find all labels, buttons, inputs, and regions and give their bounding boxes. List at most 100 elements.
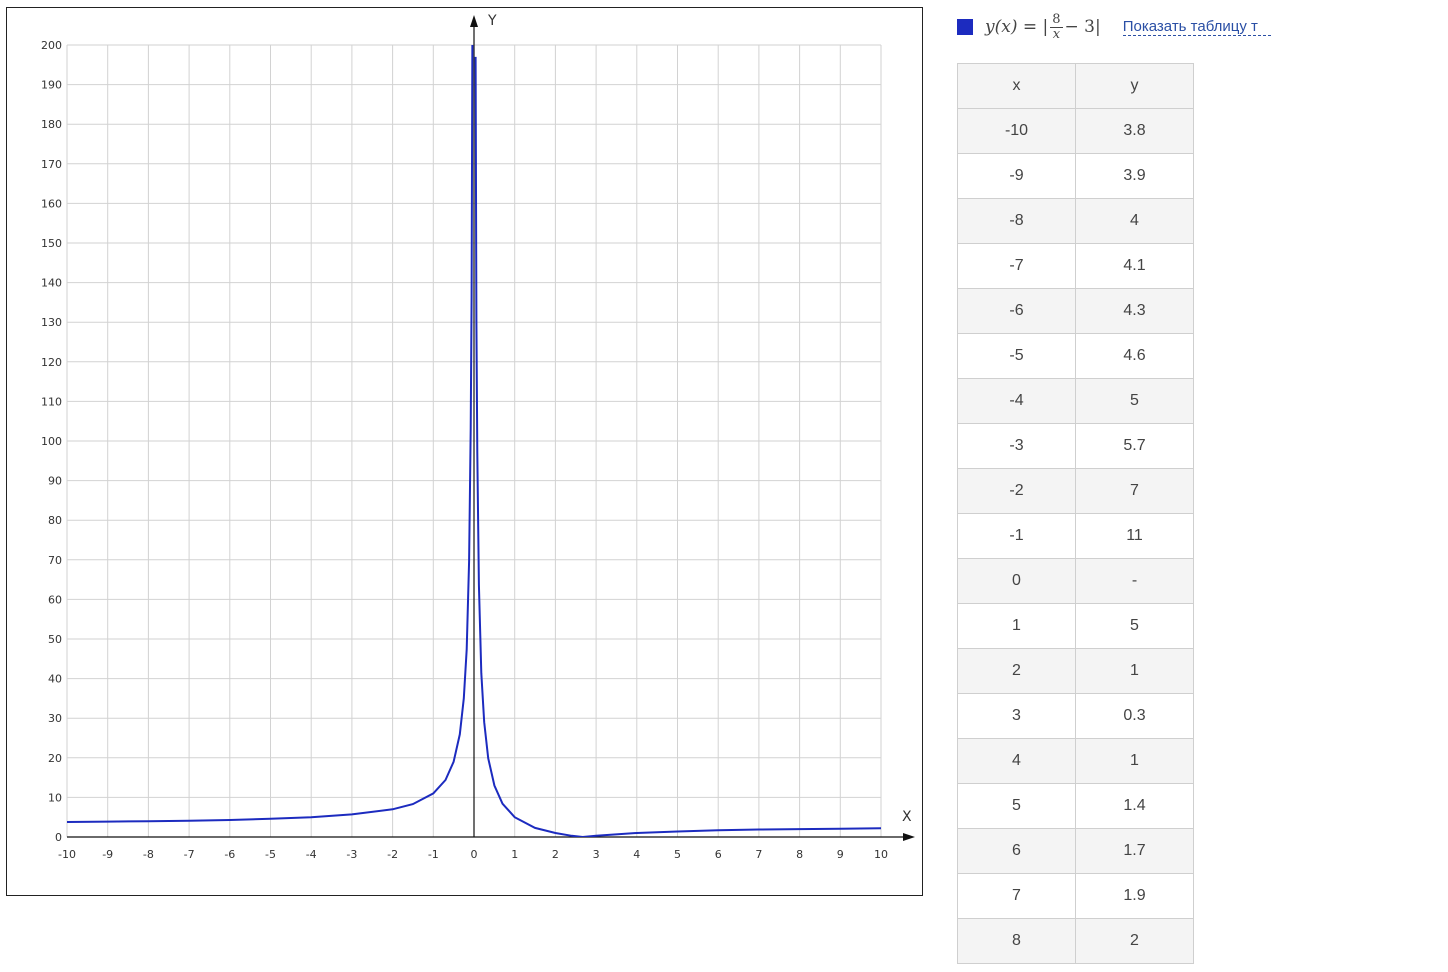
x-tick-label: -4 [306,848,317,861]
x-tick-label: -9 [102,848,113,861]
y-axis-label: Y [487,13,497,29]
table-row: -6 4.3 [957,288,1194,334]
y-tick-label: 190 [41,79,62,92]
cell-y: 5 [1075,378,1194,424]
cell-y: 4.1 [1075,243,1194,289]
cell-x: 2 [957,648,1076,694]
legend: y(x) = | 8 x − 3| Показать таблицу т [957,12,1271,42]
y-tick-label: 30 [48,712,62,725]
cell-x: -1 [957,513,1076,559]
x-tick-label: 7 [755,848,762,861]
table-row: 3 0.3 [957,693,1194,739]
table-body: -10 3.8 -9 3.9 -8 4 -7 4.1 -6 4.3 -5 4.6 -4 5 -3 5.7 -2 7… [957,108,1194,964]
cell-y: 4.3 [1075,288,1194,334]
y-tick-label: 50 [48,633,62,646]
x-tick-label: 5 [674,848,681,861]
cell-x: -9 [957,153,1076,199]
y-tick-label: 110 [41,395,62,408]
formula-prefix: y(x) = | [985,17,1049,37]
cell-y: 3.9 [1075,153,1194,199]
table-row: -7 4.1 [957,243,1194,289]
y-tick-label: 140 [41,277,62,290]
cell-y: 1 [1075,738,1194,784]
table-row: -8 4 [957,198,1194,244]
table-row: -1 11 [957,513,1194,559]
fraction-numerator: 8 [1050,11,1063,28]
cell-y: 7 [1075,468,1194,514]
function-curve [474,56,881,837]
y-tick-label: 130 [41,316,62,329]
function-graph: -10 -9 -8 -7 -6 -5 -4 -3 -2 -1 0 1 2 3 4 5 6 7 8 9 100102030… [41,13,915,861]
cell-x: 8 [957,918,1076,964]
x-tick-label: 0 [471,848,478,861]
cell-y: 0.3 [1075,693,1194,739]
cell-x: 1 [957,603,1076,649]
column-header-x: x [957,63,1076,109]
plot-area: -10 -9 -8 -7 -6 -5 -4 -3 -2 -1 0 1 2 3 4 5 6 7 8 9 10 0 10 20 30… [6,7,923,896]
cell-y: 2 [1075,918,1194,964]
x-tick-label: 1 [511,848,518,861]
legend-swatch [957,19,973,35]
cell-x: -10 [957,108,1076,154]
cell-x: -4 [957,378,1076,424]
x-tick-label: 6 [715,848,722,861]
cell-x: -7 [957,243,1076,289]
table-row: 15 [957,603,1194,649]
y-tick-label: 150 [41,237,62,250]
x-tick-label: 10 [874,848,888,861]
table-row: 7 1.9 [957,873,1194,919]
x-axis-arrow [903,833,915,841]
y-tick-label: 0 [55,831,62,844]
axes [67,15,915,841]
y-tick-label: 170 [41,158,62,171]
x-tick-label: -6 [224,848,235,861]
table-row: 82 [957,918,1194,964]
y-tick-label: 70 [48,554,62,567]
cell-x: 0 [957,558,1076,604]
cell-y: 1.9 [1075,873,1194,919]
show-table-link[interactable]: Показать таблицу т [1122,18,1271,36]
x-tick-label: 3 [593,848,600,861]
y-tick-label: 100 [41,435,62,448]
x-tick-label: -10 [58,848,76,861]
x-tick-label: 2 [552,848,559,861]
x-tick-label: 4 [633,848,640,861]
cell-y: 3.8 [1075,108,1194,154]
table-row: -4 5 [957,378,1194,424]
tick-labels: -10 -9 -8 -7 -6 -5 -4 -3 -2 -1 0 1 2 3 4 5 6 7 8 9 100102030… [41,39,888,861]
table-row: -2 7 [957,468,1194,514]
cell-y: 5.7 [1075,423,1194,469]
x-tick-label: -7 [184,848,195,861]
cell-x: 5 [957,783,1076,829]
x-axis-label: X [902,809,912,825]
y-tick-label: 20 [48,752,62,765]
table-row: -9 3.9 [957,153,1194,199]
cell-x: -5 [957,333,1076,379]
cell-y: 5 [1075,603,1194,649]
cell-y: 4.6 [1075,333,1194,379]
table-row: 21 [957,648,1194,694]
x-tick-label: -2 [387,848,398,861]
fraction-denominator: x [1052,26,1061,42]
cell-y: 1.7 [1075,828,1194,874]
formula-fraction: 8 x [1050,11,1063,42]
column-header-y: y [1075,63,1194,109]
y-tick-label: 80 [48,514,62,527]
x-tick-label: 8 [796,848,803,861]
y-tick-label: 90 [48,475,62,488]
table-row: -3 5.7 [957,423,1194,469]
x-tick-label: -5 [265,848,276,861]
table-row: -10 3.8 [957,108,1194,154]
cell-y: 4 [1075,198,1194,244]
formula-suffix: − 3| [1064,17,1101,37]
table-row: 6 1.7 [957,828,1194,874]
x-tick-label: -8 [143,848,154,861]
cell-x: 6 [957,828,1076,874]
cell-x: 4 [957,738,1076,784]
function-curve [67,45,474,823]
cell-y: 1 [1075,648,1194,694]
values-table: x y -10 3.8 -9 3.9 -8 4 -7 4.1 -6 4.3 -5 4.6 -4 5 -3 5.… [957,63,1194,964]
y-axis-arrow [470,15,478,27]
y-tick-label: 160 [41,197,62,210]
cell-x: -6 [957,288,1076,334]
